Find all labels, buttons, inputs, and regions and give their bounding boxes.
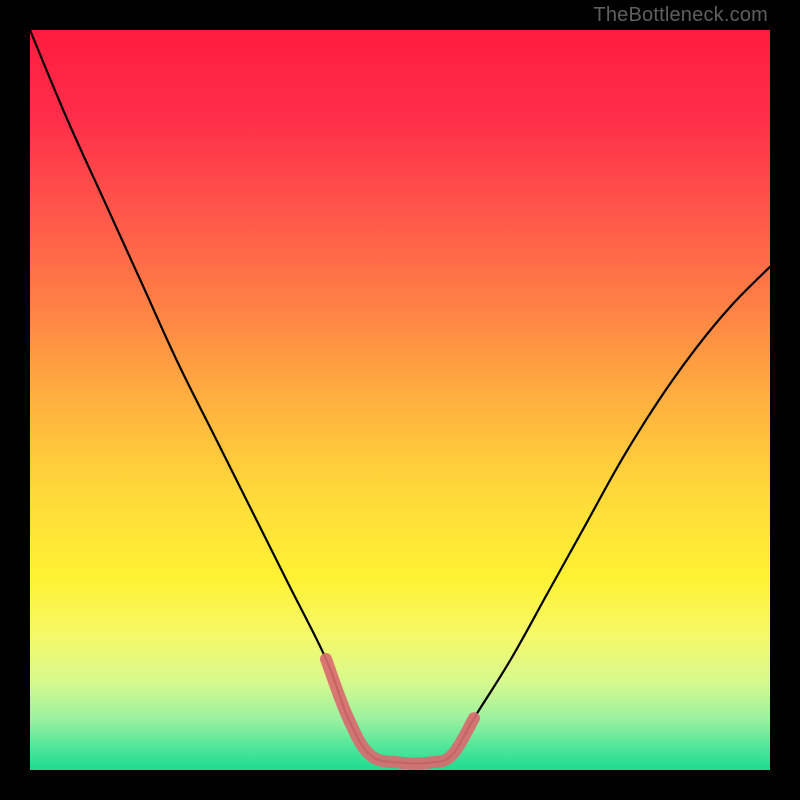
ideal-zone-curve [326, 659, 474, 764]
bottleneck-curve [30, 30, 770, 764]
chart-frame: TheBottleneck.com [0, 0, 800, 800]
plot-area [30, 30, 770, 770]
chart-curves [30, 30, 770, 770]
watermark-text: TheBottleneck.com [593, 4, 768, 27]
